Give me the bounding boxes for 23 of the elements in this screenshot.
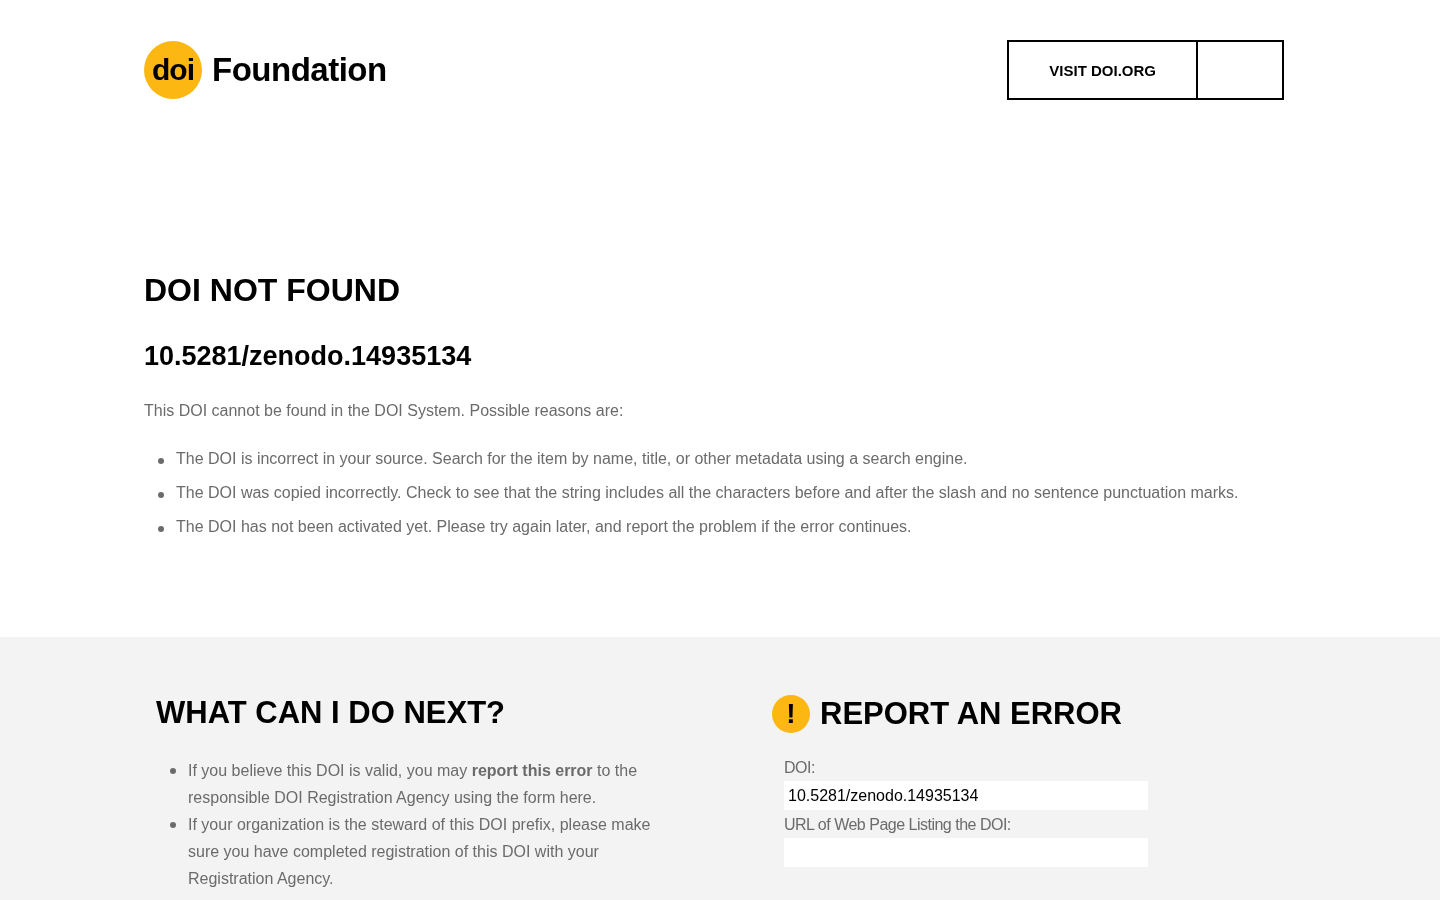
warning-icon: ! — [772, 695, 810, 733]
logo-badge: doi — [144, 41, 202, 99]
bullet-icon — [170, 822, 176, 828]
section-title: WHAT CAN I DO NEXT? — [156, 695, 506, 731]
advice-text: If your organization is the steward of this DOI prefix, please make sure you have completed registration of this DOI with your Registration Agency. — [188, 815, 652, 889]
bullet-icon — [170, 768, 176, 774]
header-button[interactable] — [1198, 40, 1284, 100]
doi-heading: 10.5281/zenodo.14935134 — [144, 341, 473, 372]
visit-button[interactable]: VISIT DOI.ORG — [1007, 40, 1198, 100]
bullet-icon — [158, 492, 164, 498]
advice-text: If you believe this DOI is valid, you may report this error to the responsible DOI Registration Agency using the form here. — [188, 761, 639, 808]
field-label: URL of Web Page Listing the DOI: — [784, 816, 1012, 834]
bullet-icon — [158, 458, 164, 464]
section-title: REPORT AN ERROR — [820, 696, 1122, 732]
intro-text: This DOI cannot be found in the DOI System. Possible reasons are: — [144, 402, 625, 420]
page-title: DOI NOT FOUND — [144, 272, 401, 309]
reason-text: The DOI is incorrect in your source. Search for the item by name, title, or other metadata using a search engine. — [176, 450, 968, 468]
input-field[interactable]: 10.5281/zenodo.14935134 — [784, 781, 1148, 810]
field-label: DOI: — [784, 759, 816, 777]
reason-text: The DOI has not been activated yet. Please try again later, and report the problem if the error continues. — [176, 518, 912, 536]
reason-text: The DOI was copied incorrectly. Check to see that the string includes all the characters before and after the slash and no sentence punctuation marks. — [176, 484, 1239, 502]
bullet-icon — [158, 526, 164, 532]
logo-wordmark: Foundation — [212, 51, 387, 89]
